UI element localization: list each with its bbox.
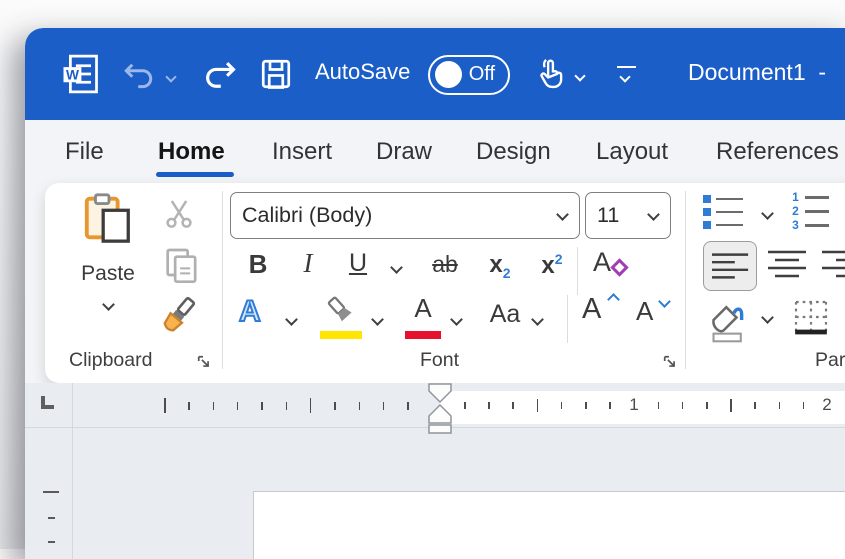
strikethrough-button[interactable]: ab xyxy=(423,251,467,278)
paste-label: Paste xyxy=(81,262,135,286)
autosave-toggle[interactable]: Off xyxy=(428,55,510,95)
tab-stop-left-icon xyxy=(41,396,54,409)
indent-markers[interactable] xyxy=(427,383,453,435)
redo-icon[interactable] xyxy=(201,56,239,94)
first-line-indent-marker xyxy=(429,384,451,402)
change-case-chevron-icon[interactable] xyxy=(531,313,544,326)
align-center-button[interactable] xyxy=(767,249,807,286)
word-window: W AutoSave Off Docu xyxy=(25,28,845,559)
superscript-button[interactable]: x2 xyxy=(532,251,572,280)
clipboard-dialog-launcher-icon[interactable] xyxy=(195,353,212,370)
align-right-button[interactable] xyxy=(821,249,845,286)
ruler-text-area xyxy=(440,391,845,424)
document-title: Document1 - xyxy=(688,59,826,86)
highlighter-icon xyxy=(320,295,362,329)
underline-button[interactable]: U xyxy=(343,249,373,278)
text-effects-button[interactable]: A xyxy=(239,295,261,329)
format-painter-icon[interactable] xyxy=(154,293,202,339)
font-size-combobox[interactable]: 11 xyxy=(585,192,671,239)
font-colorbar xyxy=(405,331,441,339)
font-color-button[interactable]: A xyxy=(405,293,441,339)
vertical-ruler xyxy=(25,428,73,559)
clear-formatting-eraser-icon xyxy=(610,258,628,276)
borders-button[interactable] xyxy=(791,297,831,337)
numbering-button[interactable]: 1 2 3 xyxy=(791,193,829,230)
ribbon-panel: Paste Clipboard xyxy=(45,183,845,383)
bold-button[interactable]: B xyxy=(243,249,273,280)
touch-mode-chevron-icon[interactable] xyxy=(574,70,585,81)
font-name-combobox[interactable]: Calibri (Body) xyxy=(230,192,580,239)
undo-icon[interactable] xyxy=(121,58,157,94)
horizontal-ruler: 12 xyxy=(25,383,845,428)
italic-button[interactable]: I xyxy=(295,248,321,279)
shading-chevron-icon[interactable] xyxy=(761,311,774,324)
highlight-chevron-icon[interactable] xyxy=(371,313,384,326)
touch-mouse-mode-icon[interactable] xyxy=(532,54,570,94)
bullets-button[interactable] xyxy=(703,195,743,229)
group-separator xyxy=(685,191,686,369)
paste-button[interactable]: Paste xyxy=(65,191,151,346)
change-case-button[interactable]: Aa xyxy=(483,300,527,329)
paste-clipboard-icon xyxy=(81,191,135,245)
autosave-label: AutoSave xyxy=(315,59,410,85)
cut-icon[interactable] xyxy=(161,195,197,231)
highlight-colorbar xyxy=(320,331,362,339)
shading-button[interactable] xyxy=(707,297,749,343)
tab-references[interactable]: References xyxy=(716,138,839,166)
save-icon[interactable] xyxy=(258,56,294,92)
text-effects-chevron-icon[interactable] xyxy=(285,313,298,326)
tab-draw[interactable]: Draw xyxy=(376,138,432,166)
shrink-font-button[interactable]: A xyxy=(636,296,653,327)
ruler-number: 1 xyxy=(627,395,641,415)
tab-selector-button[interactable] xyxy=(25,383,73,428)
font-size-value: 11 xyxy=(597,203,619,228)
bullets-chevron-icon[interactable] xyxy=(761,207,774,220)
paragraph-group-label: Par xyxy=(815,349,845,372)
tab-file[interactable]: File xyxy=(65,138,104,166)
hanging-indent-marker xyxy=(429,405,451,423)
clipboard-group-label: Clipboard xyxy=(69,349,152,372)
ribbon: Paste Clipboard xyxy=(25,183,845,383)
autosave-toggle-knob xyxy=(435,61,462,88)
row-separator xyxy=(577,247,578,295)
shrink-font-caret-icon xyxy=(658,295,671,308)
tab-design[interactable]: Design xyxy=(476,138,551,166)
highlight-color-button[interactable] xyxy=(320,295,362,339)
underline-chevron-icon[interactable] xyxy=(390,261,403,274)
undo-dropdown-chevron-icon[interactable] xyxy=(165,71,176,82)
autosave-state: Off xyxy=(469,63,495,86)
svg-text:W: W xyxy=(66,68,79,83)
font-dialog-launcher-icon[interactable] xyxy=(661,353,678,370)
clear-formatting-button[interactable]: A xyxy=(593,247,637,278)
font-name-value: Calibri (Body) xyxy=(242,203,372,228)
grow-font-button[interactable]: A xyxy=(582,293,601,326)
left-indent-marker xyxy=(429,425,451,433)
active-tab-underline xyxy=(156,172,234,177)
word-app-icon[interactable]: W xyxy=(58,52,102,96)
ruler-number: 2 xyxy=(820,395,834,415)
paste-dropdown-chevron-icon[interactable] xyxy=(102,298,115,311)
font-group-label: Font xyxy=(420,349,459,372)
align-left-button[interactable] xyxy=(703,241,757,291)
tab-insert[interactable]: Insert xyxy=(272,138,332,166)
ribbon-tab-row: File Home Insert Draw Design Layout Refe… xyxy=(25,120,845,183)
tab-home[interactable]: Home xyxy=(158,138,225,166)
font-size-chevron-icon xyxy=(647,208,660,221)
copy-icon[interactable] xyxy=(161,245,201,285)
group-separator xyxy=(222,191,223,369)
title-bar: W AutoSave Off Docu xyxy=(25,28,845,120)
font-color-chevron-icon[interactable] xyxy=(450,313,463,326)
collapse-quick-access-icon[interactable] xyxy=(617,66,636,86)
font-name-chevron-icon xyxy=(556,208,569,221)
row-separator xyxy=(567,295,568,343)
grow-font-caret-icon xyxy=(607,293,620,306)
subscript-button[interactable]: x2 xyxy=(480,251,520,281)
tab-layout[interactable]: Layout xyxy=(596,138,668,166)
document-area xyxy=(25,428,845,559)
